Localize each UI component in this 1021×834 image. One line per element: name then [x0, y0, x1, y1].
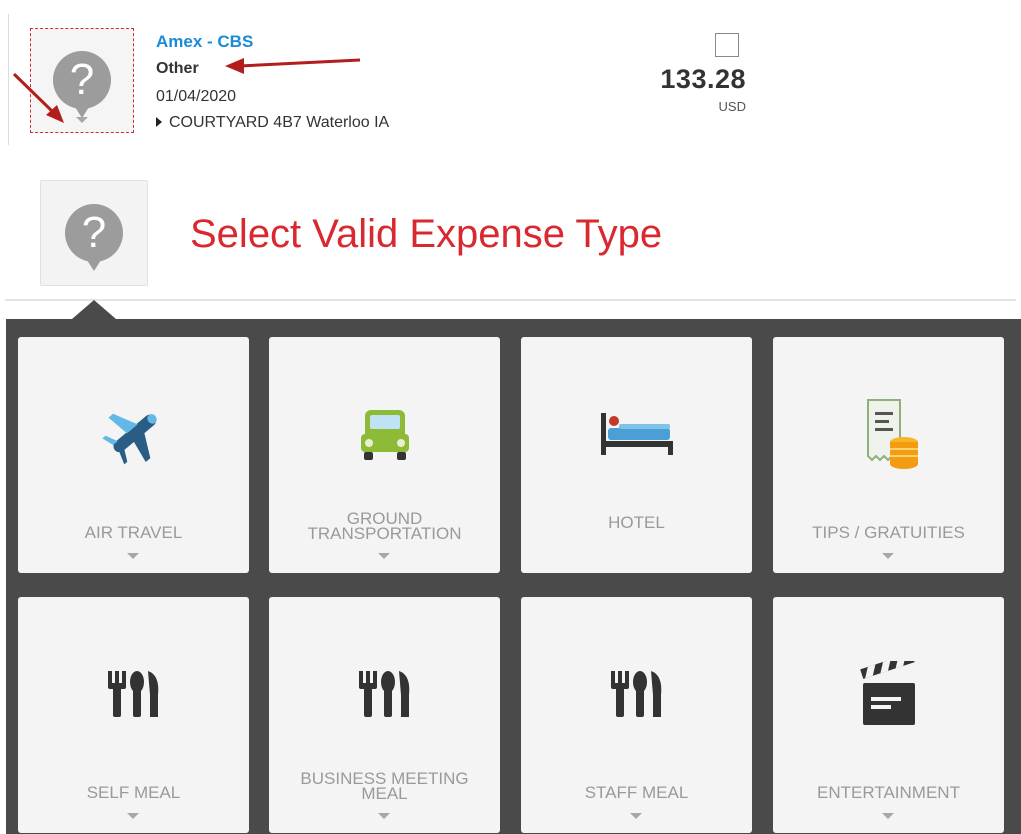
expense-type-panel: AIR TRAVEL GROUND TRANSPORTATION HOTEL T… — [6, 319, 1021, 834]
tile-tips-gratuities[interactable]: TIPS / GRATUITIES — [773, 337, 1004, 573]
tile-hotel[interactable]: HOTEL — [521, 337, 752, 573]
panel-pointer — [72, 300, 116, 319]
expense-type-picker[interactable]: ? — [30, 28, 134, 133]
tile-label: STAFF MEAL — [584, 783, 689, 802]
question-icon: ? — [53, 51, 111, 118]
question-icon: ? — [65, 204, 123, 271]
receipt-coins-icon — [866, 399, 918, 469]
bed-icon — [600, 413, 673, 455]
chevron-down-icon — [127, 553, 139, 559]
chevron-down-icon — [76, 117, 88, 123]
merchant-expander[interactable]: COURTYARD 4B7 Waterloo IA — [156, 114, 389, 132]
expand-arrow-icon — [156, 117, 162, 127]
selector-title: Select Valid Expense Type — [190, 212, 663, 256]
tile-label: TIPS / GRATUITIES — [812, 523, 965, 542]
currency: USD — [718, 99, 746, 114]
tile-label: AIR TRAVEL — [84, 523, 183, 542]
chevron-down-icon — [127, 813, 139, 819]
tile-label: HOTEL — [608, 513, 665, 532]
transaction-date: 01/04/2020 — [156, 88, 237, 105]
tile-entertainment[interactable]: ENTERTAINMENT — [773, 597, 1004, 833]
expense-type-label: Other — [156, 60, 199, 77]
payment-type: Amex - CBS — [156, 32, 254, 51]
tile-label: GROUND TRANSPORTATION — [307, 509, 462, 543]
selected-type-icon: ? — [40, 180, 148, 286]
utensils-icon — [358, 671, 409, 717]
clapperboard-icon — [859, 661, 915, 725]
tile-air-travel[interactable]: AIR TRAVEL — [18, 337, 249, 573]
amount: 133.28 — [660, 64, 746, 94]
chevron-down-icon — [882, 813, 894, 819]
tile-label: SELF MEAL — [86, 783, 181, 802]
annotation-arrow-to-type — [225, 58, 361, 74]
tile-business-meeting-meal[interactable]: BUSINESS MEETING MEAL — [269, 597, 500, 833]
merchant-name: COURTYARD 4B7 Waterloo IA — [169, 114, 390, 131]
tile-ground-transportation[interactable]: GROUND TRANSPORTATION — [269, 337, 500, 573]
card-divider — [8, 14, 9, 145]
utensils-icon — [107, 671, 158, 717]
airplane-icon — [101, 413, 157, 465]
tile-staff-meal[interactable]: STAFF MEAL — [521, 597, 752, 833]
tile-self-meal[interactable]: SELF MEAL — [18, 597, 249, 833]
select-checkbox[interactable] — [715, 33, 739, 57]
divider — [5, 299, 1016, 301]
chevron-down-icon — [882, 553, 894, 559]
chevron-down-icon — [630, 813, 642, 819]
chevron-down-icon — [378, 553, 390, 559]
chevron-down-icon — [378, 813, 390, 819]
tile-label: BUSINESS MEETING MEAL — [300, 769, 469, 803]
utensils-icon — [610, 671, 661, 717]
tile-label: ENTERTAINMENT — [817, 783, 960, 802]
car-icon — [360, 410, 409, 460]
